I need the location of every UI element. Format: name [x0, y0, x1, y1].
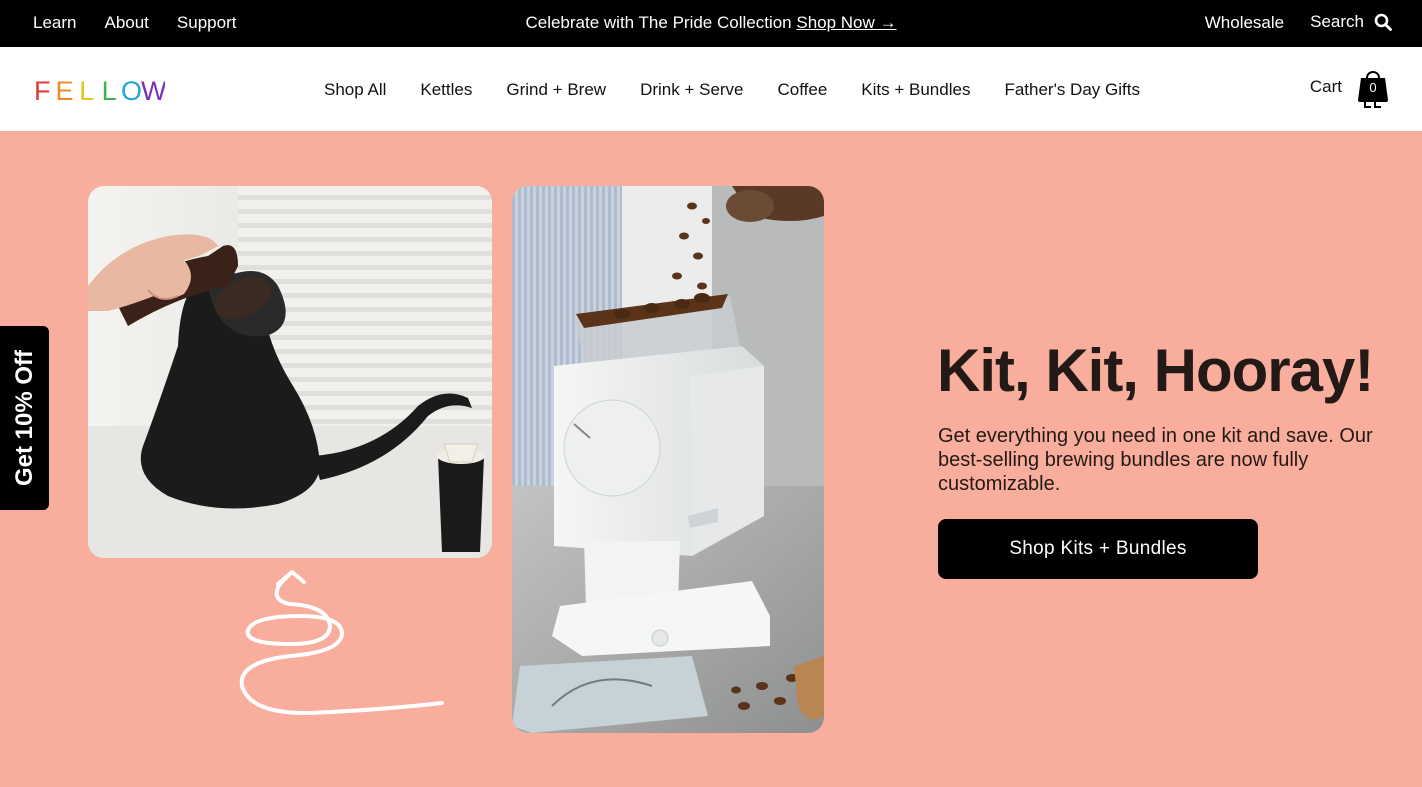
search-label: Search — [1310, 12, 1364, 31]
logo-letter: O — [121, 76, 142, 106]
fellow-logo[interactable]: FELLOW — [31, 76, 165, 106]
logo-letter: L — [102, 76, 117, 106]
wholesale-link[interactable]: Wholesale — [1205, 13, 1284, 33]
utility-right: Wholesale Search — [1205, 11, 1392, 33]
logo-letter: F — [34, 76, 51, 106]
cart-label: Cart — [1309, 77, 1342, 96]
squiggle-arrow-icon — [239, 570, 444, 716]
discount-tab-button[interactable]: Get 10% Off — [0, 326, 49, 510]
logo-letter: L — [79, 76, 94, 106]
nav-kits-bundles[interactable]: Kits + Bundles — [861, 80, 970, 100]
hero-section: Kit, Kit, Hooray! Get everything you nee… — [0, 131, 1422, 787]
kettle-photo — [88, 186, 492, 558]
promo-shop-now-link[interactable]: Shop Now → — [796, 13, 896, 32]
logo-letter: W — [141, 76, 165, 106]
cart-count: 0 — [1369, 80, 1377, 95]
hero-subcopy: Get everything you need in one kit and s… — [938, 425, 1373, 495]
nav-fathers-day-gifts[interactable]: Father's Day Gifts — [1004, 80, 1140, 100]
search-button[interactable]: Search — [1310, 12, 1392, 32]
nav-grind-brew[interactable]: Grind + Brew — [506, 80, 606, 100]
search-icon — [1374, 13, 1392, 31]
discount-tab-label: Get 10% Off — [10, 349, 38, 487]
cart-button[interactable]: Cart 0 — [1310, 66, 1389, 108]
promo-text: Celebrate with The Pride Collection — [525, 13, 797, 32]
shop-kits-bundles-button[interactable]: Shop Kits + Bundles — [938, 519, 1258, 579]
main-header: FELLOW Shop All Kettles Grind + Brew Dri… — [0, 47, 1422, 131]
nav-kettles[interactable]: Kettles — [420, 80, 472, 100]
nav-drink-serve[interactable]: Drink + Serve — [640, 80, 743, 100]
announcement-bar: Learn About Support Celebrate with The P… — [0, 0, 1422, 47]
cart-bag-icon: 0 — [1357, 66, 1389, 108]
hero-headline: Kit, Kit, Hooray! — [937, 337, 1374, 404]
grinder-photo — [512, 186, 824, 733]
nav-coffee[interactable]: Coffee — [778, 80, 828, 100]
main-nav: Shop All Kettles Grind + Brew Drink + Se… — [324, 80, 1140, 100]
nav-shop-all[interactable]: Shop All — [324, 80, 386, 100]
logo-letter: E — [55, 76, 73, 106]
